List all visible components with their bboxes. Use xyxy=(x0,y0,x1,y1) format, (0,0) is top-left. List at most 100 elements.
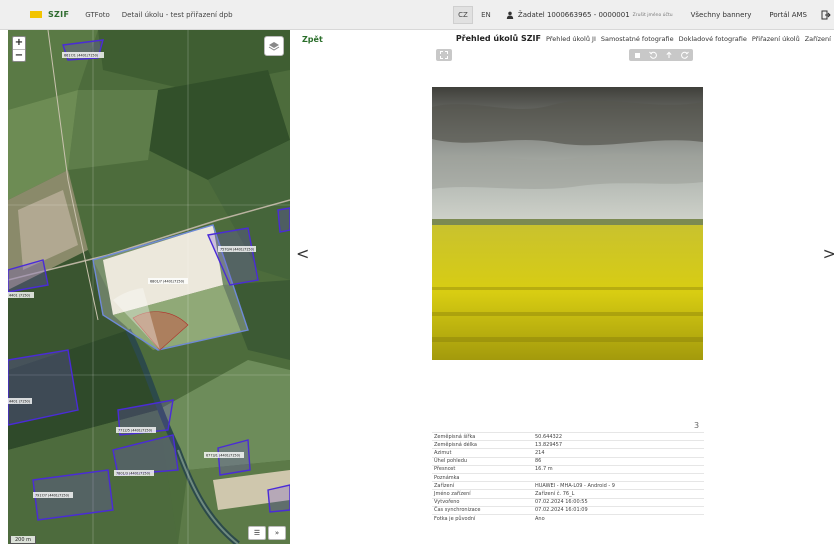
metadata-key: Zařízení xyxy=(432,481,533,490)
metadata-value: Ano xyxy=(533,513,704,523)
table-row: Zeměpisná délka 13.829457 xyxy=(432,440,704,449)
svg-text:7570/4 (4401/7150): 7570/4 (4401/7150) xyxy=(220,248,255,252)
zoom-out-button[interactable]: − xyxy=(13,49,25,61)
tab-ji-tasks[interactable]: Přehled úkolů JI xyxy=(546,35,596,43)
square-icon xyxy=(634,52,640,58)
logout-icon[interactable] xyxy=(821,10,831,20)
lang-en-button[interactable]: EN xyxy=(476,6,496,24)
metadata-key: Vytvořeno xyxy=(432,497,533,507)
metadata-key: Úhel pohledu xyxy=(432,456,533,466)
nav-gtfoto[interactable]: GTFoto xyxy=(85,11,110,19)
metadata-key: Poznámka xyxy=(432,472,533,482)
svg-text:4401 (7150): 4401 (7150) xyxy=(9,294,31,298)
metadata-value: 07.02.2024 16:01:09 xyxy=(533,505,704,515)
table-row: Poznámka xyxy=(432,472,704,482)
metadata-value: 50.644322 xyxy=(533,431,704,441)
svg-text:6801/7 (4401/7150): 6801/7 (4401/7150) xyxy=(150,280,185,284)
user-icon xyxy=(506,11,514,19)
tab-document-photos[interactable]: Dokladové fotografie xyxy=(679,35,747,43)
metadata-key: Fotka je původní xyxy=(432,513,533,523)
szif-logo[interactable]: SZIF xyxy=(30,10,69,19)
table-row: Azimut 214 xyxy=(432,448,704,458)
top-bar: SZIF GTFoto Detail úkolu - test přiřazen… xyxy=(0,0,834,30)
metadata-key: Zeměpisná délka xyxy=(432,440,533,449)
layers-icon xyxy=(268,42,280,51)
svg-text:4401 (7150): 4401 (7150) xyxy=(9,400,31,404)
table-row: Čas synchronizace 07.02.2024 16:01:09 xyxy=(432,505,704,515)
map-view[interactable]: 6617/1 (4401/7150) 7570/4 (4401/7150) 68… xyxy=(8,30,290,544)
metadata-value: 16.7 m xyxy=(533,464,704,474)
fullscreen-button[interactable] xyxy=(436,49,452,61)
user-info[interactable]: Žadatel 1000663965 - 0000001 Zrušit jmén… xyxy=(506,11,673,19)
parcel-label[interactable]: 4401 (7150) xyxy=(8,398,32,404)
metadata-key: Přesnost xyxy=(432,464,533,474)
rotate-right-button[interactable] xyxy=(677,49,693,61)
tab-bar: Přehled úkolů SZIF Přehled úkolů JI Samo… xyxy=(451,34,831,43)
metadata-value: 13.829457 xyxy=(533,440,704,449)
metadata-value: 07.02.2024 16:00:55 xyxy=(533,497,704,507)
upload-button[interactable] xyxy=(661,49,677,61)
photo-number: 3 xyxy=(694,421,700,430)
parcel-label[interactable]: 7801/3 (4401/7150) xyxy=(114,470,154,476)
prev-photo-button[interactable]: < xyxy=(296,244,309,263)
metadata-key: Azimut xyxy=(432,448,533,458)
parcel-label[interactable]: 6617/1 (4401/7150) xyxy=(62,52,104,58)
metadata-key: Jméno zařízení xyxy=(432,489,533,498)
arrow-up-icon xyxy=(666,51,672,58)
crop-button[interactable] xyxy=(629,49,645,61)
svg-text:6617/1 (4401/7150): 6617/1 (4401/7150) xyxy=(64,54,99,58)
table-row: Vytvořeno 07.02.2024 16:00:55 xyxy=(432,497,704,507)
metadata-key: Zeměpisná šířka xyxy=(432,431,533,441)
tab-task-assignment[interactable]: Přiřazení úkolů xyxy=(752,35,800,43)
user-label: Žadatel 1000663965 - 0000001 xyxy=(517,11,630,19)
table-row: Fotka je původní Ano xyxy=(432,513,704,523)
rotate-left-button[interactable] xyxy=(645,49,661,61)
fullscreen-icon xyxy=(440,51,448,59)
lang-cz-button[interactable]: CZ xyxy=(452,6,473,24)
svg-text:7712/5 (4401/7150): 7712/5 (4401/7150) xyxy=(118,429,153,433)
table-row: Zařízení HUAWEI - MHA-L09 - Android - 9 xyxy=(432,481,704,490)
tab-standalone-photos[interactable]: Samostatné fotografie xyxy=(601,35,674,43)
rotate-left-icon xyxy=(649,51,657,59)
parcel-label[interactable]: 6773/1 (4401/7150) xyxy=(204,452,244,458)
photo-metadata-table: Zeměpisná šířka 50.644322 Zeměpisná délka 1… xyxy=(432,431,704,523)
table-row: Jméno zařízení Zařízení č. 76_L xyxy=(432,489,704,498)
tab-devices[interactable]: Zařízení xyxy=(805,35,831,43)
scale-bar: 200 m xyxy=(10,536,37,544)
svg-text:6773/1 (4401/7150): 6773/1 (4401/7150) xyxy=(206,454,241,458)
photo-toolbar xyxy=(629,49,693,61)
aerial-map[interactable]: 6617/1 (4401/7150) 7570/4 (4401/7150) 68… xyxy=(8,30,290,544)
svg-text:7917/7 (4401/7150): 7917/7 (4401/7150) xyxy=(35,494,70,498)
field-photo[interactable] xyxy=(432,87,703,360)
nav-task-detail[interactable]: Detail úkolu - test přiřazení dpb xyxy=(122,11,233,19)
table-row: Úhel pohledu 86 xyxy=(432,456,704,466)
table-row: Zeměpisná šířka 50.644322 xyxy=(432,431,704,441)
metadata-value xyxy=(533,472,704,482)
tab-szif-tasks[interactable]: Přehled úkolů SZIF xyxy=(456,34,541,43)
photo-panel: Zpět Přehled úkolů SZIF Přehled úkolů JI… xyxy=(290,30,834,544)
all-banners-link[interactable]: Všechny bannery xyxy=(691,11,752,19)
metadata-key: Čas synchronizace xyxy=(432,505,533,515)
parcel-label[interactable]: 7917/7 (4401/7150) xyxy=(33,492,73,498)
svg-text:7801/3 (4401/7150): 7801/3 (4401/7150) xyxy=(116,472,151,476)
layers-button[interactable] xyxy=(264,36,284,56)
user-note: Zrušit jméno účtu xyxy=(632,12,673,18)
parcel-label[interactable]: 6801/7 (4401/7150) xyxy=(148,278,188,284)
logo-mark xyxy=(30,11,42,18)
metadata-value: 86 xyxy=(533,456,704,466)
rotate-right-icon xyxy=(681,51,689,59)
parcel-label[interactable]: 4401 (7150) xyxy=(8,292,34,298)
zoom-in-button[interactable]: + xyxy=(13,37,25,49)
top-right-group: CZ EN Žadatel 1000663965 - 0000001 Zruši… xyxy=(452,0,834,30)
portal-ams-link[interactable]: Portál AMS xyxy=(769,11,807,19)
parcel-label[interactable]: 7570/4 (4401/7150) xyxy=(218,246,256,252)
map-next-button[interactable]: » xyxy=(268,526,286,540)
list-button[interactable]: ☰ xyxy=(248,526,266,540)
back-link[interactable]: Zpět xyxy=(302,35,323,44)
parcel-label[interactable]: 7712/5 (4401/7150) xyxy=(116,427,156,433)
logo-text: SZIF xyxy=(48,10,70,19)
metadata-value: HUAWEI - MHA-L09 - Android - 9 xyxy=(533,481,704,490)
table-row: Přesnost 16.7 m xyxy=(432,464,704,474)
rapeseed-field-image xyxy=(432,87,703,360)
next-photo-button[interactable]: > xyxy=(823,244,834,263)
